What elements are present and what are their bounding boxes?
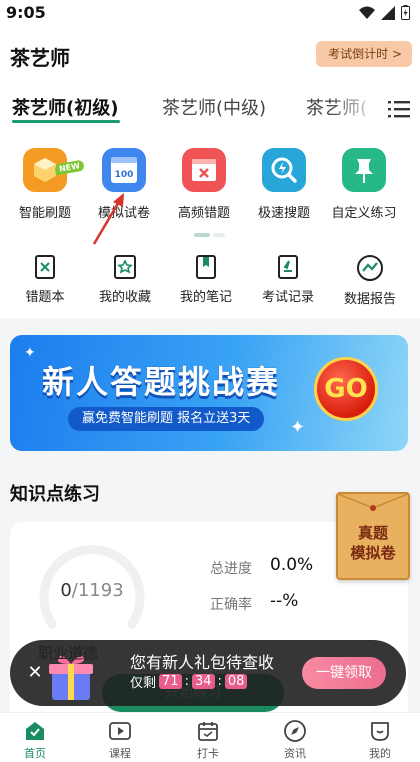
timer-hours: 71 — [159, 674, 182, 689]
compass-icon — [284, 720, 306, 742]
sparkle-icon: ✦ — [290, 417, 306, 438]
active-tab-indicator — [12, 120, 120, 123]
nav-label: 课程 — [109, 747, 131, 760]
banner-title: 新人答题挑战赛 — [42, 363, 281, 401]
tool-label: 我的收藏 — [98, 290, 151, 305]
claim-button[interactable]: 一键领取 — [302, 657, 386, 689]
page-title: 茶艺师 — [10, 46, 70, 70]
feature-frequent-mistakes[interactable]: 高频错题 — [164, 148, 244, 221]
mock-exam-icon-text: 100 — [115, 170, 134, 180]
close-icon[interactable]: ✕ — [24, 662, 46, 684]
pager-dot — [213, 233, 225, 237]
total-count: /1193 — [71, 580, 124, 601]
sparkle-icon: ✦ — [24, 345, 36, 361]
signal-icon — [381, 5, 395, 20]
challenge-banner[interactable]: ✦ ✦ 新人答题挑战赛 赢免费智能刷题 报名立送3天 GO — [10, 335, 408, 451]
tab-level-primary[interactable]: 茶艺师(初级) — [12, 94, 118, 120]
nav-courses[interactable]: 课程 — [90, 719, 150, 761]
nav-label: 我的 — [369, 747, 391, 760]
tool-label: 错题本 — [25, 290, 65, 305]
mock-exam-icon: 100 — [102, 148, 146, 192]
chapter-title: 职业道德 — [38, 644, 99, 662]
mock-badge-line2: 模拟卷 — [350, 544, 396, 562]
tool-label: 我的笔记 — [179, 290, 232, 305]
home-icon — [26, 722, 44, 740]
feature-label: 高频错题 — [177, 206, 230, 221]
pager-dot-active — [194, 233, 210, 237]
tool-notes[interactable]: 我的笔记 — [166, 254, 246, 305]
tab-level-intermediate[interactable]: 茶艺师(中级) — [162, 94, 266, 120]
top-bar: 茶艺师 考试倒计时 > — [0, 26, 420, 84]
tool-mistake-book[interactable]: 错题本 — [5, 254, 85, 305]
notes-icon — [196, 255, 216, 279]
exam-records-icon — [278, 255, 298, 279]
calendar-icon — [198, 722, 218, 741]
banner-subtitle: 赢免费智能刷题 报名立送3天 — [68, 407, 265, 431]
tool-label: 考试记录 — [261, 290, 314, 305]
pointer-arrow — [92, 193, 124, 245]
progress-count: 0/1193 — [38, 580, 146, 601]
bottom-nav: 首页 课程 打卡 资讯 我的 — [0, 712, 420, 762]
feature-label: 自定义练习 — [331, 206, 397, 221]
feature-custom-practice[interactable]: 自定义练习 — [324, 148, 404, 221]
feature-quick-search[interactable]: 极速搜题 — [244, 148, 324, 221]
exam-countdown-button[interactable]: 考试倒计时 > — [316, 41, 412, 67]
nav-label: 资讯 — [284, 747, 306, 760]
feature-smart-practice[interactable]: NEW 智能刷题 — [5, 148, 85, 221]
nav-mine[interactable]: 我的 — [350, 719, 410, 761]
data-report-icon — [357, 255, 383, 281]
nav-label: 打卡 — [197, 747, 219, 760]
quick-search-icon — [262, 148, 306, 192]
go-button[interactable]: GO — [314, 357, 378, 421]
mistake-book-icon — [35, 255, 55, 279]
level-tabs: 茶艺师(初级) 茶艺师(中级) 茶艺师( — [0, 84, 420, 134]
gift-title: 您有新人礼包待查收 — [130, 653, 275, 672]
progress-value: 0.0% — [270, 555, 314, 575]
tool-row: 错题本 我的收藏 我的笔记 考试记录 数据报告 — [0, 246, 420, 318]
tool-exam-records[interactable]: 考试记录 — [248, 254, 328, 305]
feature-pager — [194, 233, 225, 237]
status-bar: 9:05 — [0, 0, 420, 26]
accuracy-value: --% — [270, 591, 299, 611]
battery-icon — [401, 5, 410, 20]
envelope-flap-icon — [338, 494, 408, 511]
feature-label: 智能刷题 — [18, 206, 71, 221]
nav-news[interactable]: 资讯 — [265, 719, 325, 761]
mock-badge-line1: 真题 — [357, 524, 388, 542]
nav-home[interactable]: 首页 — [5, 719, 65, 761]
section-title: 知识点练习 — [10, 484, 100, 505]
frequent-mistakes-icon — [182, 148, 226, 192]
custom-practice-icon — [342, 148, 386, 192]
feature-row: NEW 智能刷题 100 模拟试卷 高频错题 极速搜题 自定义练习 — [0, 134, 420, 246]
status-time: 9:05 — [6, 3, 46, 22]
feature-label: 极速搜题 — [257, 206, 310, 221]
timer-minutes: 34 — [191, 674, 215, 689]
nav-checkin[interactable]: 打卡 — [178, 719, 238, 761]
profile-icon — [371, 722, 389, 741]
wifi-icon — [359, 6, 375, 19]
status-icons — [359, 5, 410, 20]
tab-fade — [330, 84, 380, 134]
tool-favorites[interactable]: 我的收藏 — [85, 254, 165, 305]
menu-list-icon[interactable] — [388, 100, 410, 118]
timer-seconds: 08 — [224, 674, 248, 689]
tool-label: 数据报告 — [343, 292, 396, 307]
mock-exam-badge[interactable]: 真题 模拟卷 — [336, 492, 410, 580]
progress-label: 总进度 — [210, 561, 252, 577]
play-icon — [109, 722, 131, 740]
nav-label: 首页 — [24, 747, 46, 760]
tool-data-report[interactable]: 数据报告 — [330, 254, 410, 307]
done-count: 0 — [60, 580, 72, 601]
remain-label: 仅剩 — [130, 676, 157, 691]
accuracy-label: 正确率 — [210, 597, 252, 613]
favorites-icon — [114, 255, 136, 279]
gift-countdown: 仅剩 71: 34: 08 — [130, 672, 248, 691]
